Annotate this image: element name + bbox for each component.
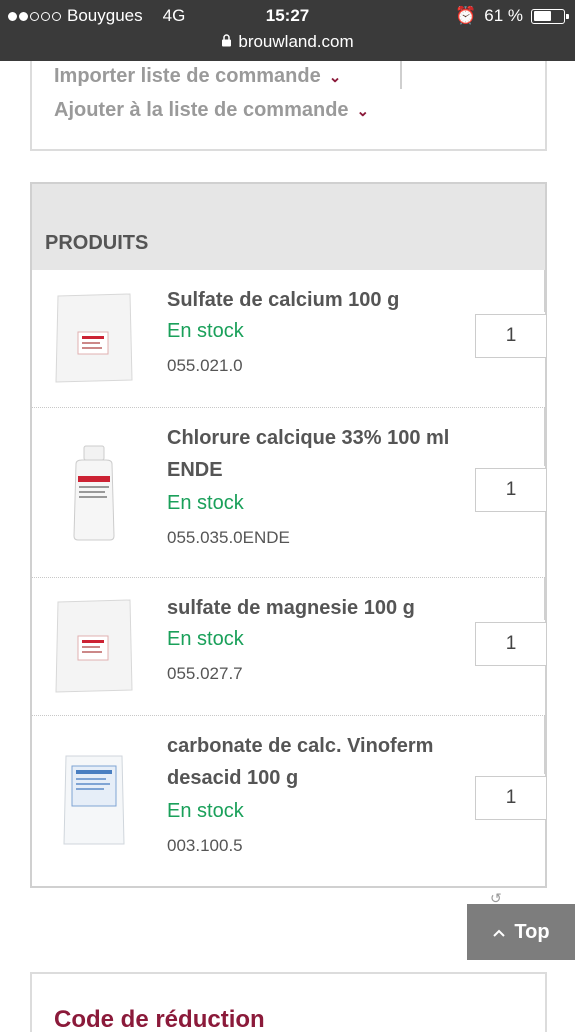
discount-code-panel: Code de réduction (30, 972, 547, 1033)
divider (544, 716, 546, 774)
divider (544, 408, 546, 466)
quantity-input[interactable]: 1 (475, 468, 547, 512)
add-to-order-list-link[interactable]: Ajouter à la liste de commande ⌄ (54, 99, 369, 122)
products-header: PRODUITS (32, 184, 545, 270)
address-bar[interactable]: brouwland.com (0, 32, 575, 52)
product-sku: 055.027.7 (167, 664, 243, 683)
battery-icon (531, 8, 569, 24)
product-image-powder-bag-blue[interactable] (54, 752, 136, 853)
product-name[interactable]: Chlorure calcique 33% 100 ml ENDE (167, 422, 467, 486)
alarm-icon: ⏰ (455, 6, 477, 25)
import-order-list-link[interactable]: Importer liste de commande ⌄ (54, 65, 341, 88)
product-image-powder-bag[interactable] (54, 292, 136, 389)
product-row: sulfate de magnesie 100 g En stock 055.0… (32, 578, 547, 716)
status-right: ⏰ 61 % (455, 6, 569, 26)
url-text: brouwland.com (238, 32, 354, 51)
import-order-list-label: Importer liste de commande (54, 65, 321, 87)
stock-status: En stock (167, 492, 244, 514)
product-name[interactable]: Sulfate de calcium 100 g (167, 284, 467, 316)
product-sku: 055.021.0 (167, 356, 243, 375)
quantity-input[interactable]: 1 (475, 314, 547, 358)
chevron-up-icon (492, 921, 506, 944)
chevron-down-icon: ⌄ (328, 69, 342, 86)
divider (544, 270, 546, 312)
product-sku: 055.035.0ENDE (167, 528, 290, 547)
stock-status: En stock (167, 800, 244, 822)
product-image-bottle[interactable] (54, 442, 136, 547)
products-panel: PRODUITS Sulfate de calcium 100 g En sto… (30, 182, 547, 888)
divider (544, 578, 546, 620)
product-image-powder-bag[interactable] (54, 598, 136, 699)
back-to-top-button[interactable]: Top (467, 904, 575, 960)
product-name[interactable]: carbonate de calc. Vinoferm desacid 100 … (167, 730, 467, 794)
battery-percent: 61 % (484, 6, 523, 25)
order-list-panel: Importer liste de commande ⌄ Ajouter à la… (30, 61, 547, 151)
lock-icon (221, 32, 232, 52)
stock-status: En stock (167, 628, 244, 650)
quantity-input[interactable]: 1 (475, 776, 547, 820)
product-sku: 003.100.5 (167, 836, 243, 855)
divider (400, 61, 402, 89)
product-row: Sulfate de calcium 100 g En stock 055.02… (32, 270, 547, 408)
status-bar: Bouygues 4G 15:27 ⏰ 61 % brouwland.com (0, 0, 575, 61)
quantity-input[interactable]: 1 (475, 622, 547, 666)
products-title: PRODUITS (45, 232, 149, 254)
back-to-top-label: Top (514, 920, 550, 943)
chevron-down-icon: ⌄ (356, 103, 370, 120)
add-to-order-list-label: Ajouter à la liste de commande (54, 99, 349, 121)
product-row: Chlorure calcique 33% 100 ml ENDE En sto… (32, 408, 547, 578)
product-name[interactable]: sulfate de magnesie 100 g (167, 592, 467, 624)
product-row: carbonate de calc. Vinoferm desacid 100 … (32, 716, 547, 886)
discount-code-title: Code de réduction (54, 1006, 265, 1033)
stock-status: En stock (167, 320, 244, 342)
